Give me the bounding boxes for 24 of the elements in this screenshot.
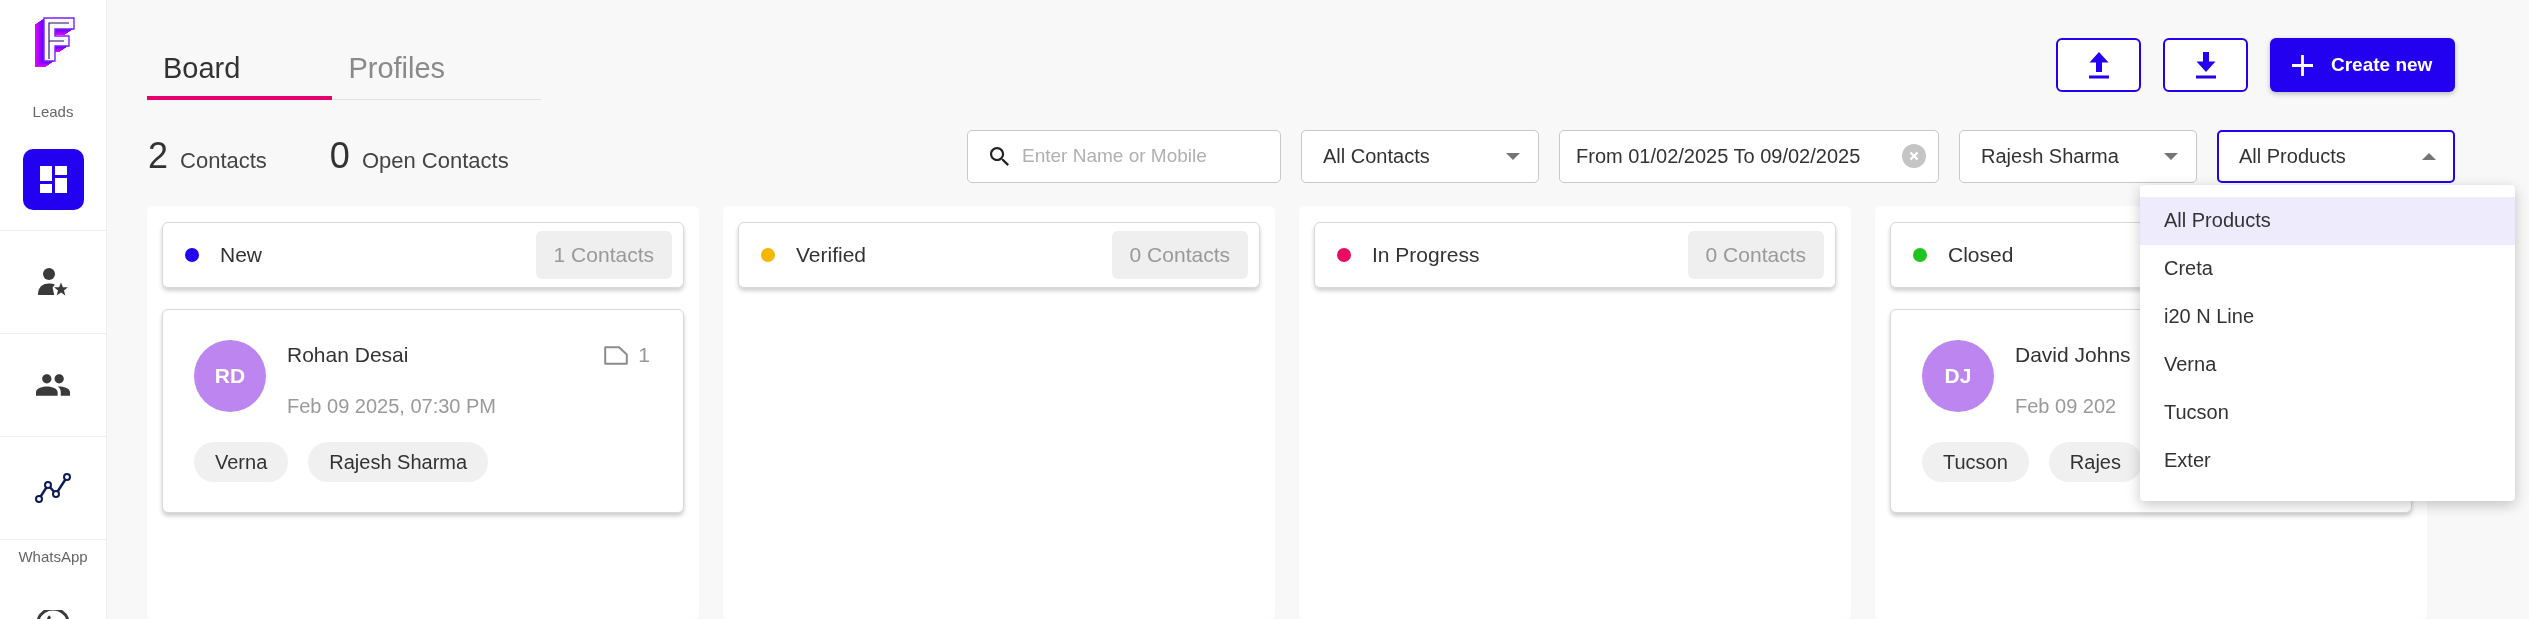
- section-label: WhatsApp: [18, 547, 88, 567]
- column-title: Closed: [1948, 243, 2014, 267]
- stat-label: Open Contacts: [361, 148, 509, 174]
- contact-name: Rohan Desai: [287, 342, 409, 368]
- column-title: Verified: [796, 243, 867, 267]
- contact-count: 0 Contacts: [1687, 231, 1824, 279]
- avatar: RD: [194, 340, 266, 412]
- stat-value: 2: [148, 135, 169, 177]
- tag: Verna: [194, 442, 289, 482]
- avatar: DJ: [1922, 340, 1994, 412]
- contact-count: 0 Contacts: [1111, 231, 1248, 279]
- stat-value: 0: [329, 135, 350, 177]
- note-count: 1: [638, 343, 650, 367]
- column-title: In Progress: [1372, 243, 1480, 267]
- section-label: Leads: [32, 102, 74, 122]
- contact-date: Feb 09 202: [2015, 394, 2117, 419]
- column-title: New: [220, 243, 262, 267]
- tag: Rajesh Sharma: [308, 442, 489, 482]
- contact-count: 1 Contacts: [535, 231, 672, 279]
- contact-name: David Johns: [2015, 342, 2131, 368]
- stat-label: Contacts: [180, 148, 267, 174]
- tag: Tucson: [1922, 442, 2029, 482]
- tag: Rajes: [2048, 442, 2142, 482]
- contact-date: Feb 09 2025, 07:30 PM: [287, 394, 497, 419]
